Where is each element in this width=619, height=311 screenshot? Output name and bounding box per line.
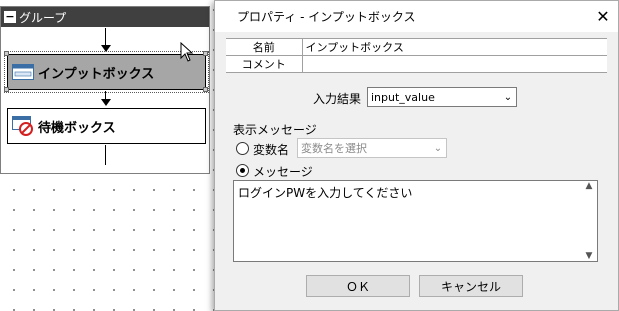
connector-line <box>105 145 106 165</box>
flow-group[interactable]: − グループ インプットボックス 待機ボックス <box>0 6 210 174</box>
ok-button[interactable]: ＯＫ <box>306 275 410 297</box>
cancel-button[interactable]: キャンセル <box>419 275 523 297</box>
display-message-label: 表示メッセージ <box>233 123 317 137</box>
property-value[interactable]: インプットボックス <box>301 38 607 56</box>
wait-box-icon <box>12 116 33 136</box>
chevron-down-icon: ⌄ <box>503 91 513 103</box>
message-text: ログインPWを入力してください <box>238 186 413 200</box>
wait-box-node[interactable]: 待機ボックス <box>7 108 206 144</box>
property-table: 名前 インプットボックス コメント <box>226 38 607 73</box>
resize-handle[interactable] <box>203 51 208 56</box>
resize-handle[interactable] <box>4 51 9 56</box>
variable-select-placeholder: 変数名を選択 <box>301 142 367 155</box>
arrow-down-icon <box>101 99 111 106</box>
group-label: グループ <box>19 10 67 25</box>
property-dialog: プロパティ - インプットボックス ✕ 名前 インプットボックス コメント 入力… <box>214 0 619 311</box>
property-key: コメント <box>226 55 303 73</box>
input-result-value: input_value <box>371 90 435 104</box>
mouse-cursor-icon <box>180 42 194 62</box>
message-radio-label[interactable]: メッセージ <box>253 163 313 180</box>
collapse-icon[interactable]: − <box>4 11 16 23</box>
close-icon[interactable]: ✕ <box>588 2 618 32</box>
resize-handle[interactable] <box>203 87 208 92</box>
input-box-icon <box>12 64 34 80</box>
group-header[interactable]: − グループ <box>1 7 209 27</box>
input-box-node[interactable]: インプットボックス <box>4 51 209 93</box>
dialog-title: プロパティ - インプットボックス <box>237 10 416 24</box>
variable-radio[interactable] <box>236 142 249 155</box>
property-value[interactable] <box>301 55 607 73</box>
textarea-scrollbar[interactable]: ▲ ▼ <box>581 181 597 261</box>
dialog-titlebar[interactable]: プロパティ - インプットボックス ✕ <box>215 1 618 32</box>
variable-select[interactable]: 変数名を選択 ⌄ <box>297 138 447 158</box>
node-label: 待機ボックス <box>38 120 116 136</box>
arrow-down-icon <box>101 45 111 52</box>
variable-radio-label[interactable]: 変数名 <box>253 141 289 158</box>
resize-handle[interactable] <box>4 87 9 92</box>
scroll-up-icon[interactable]: ▲ <box>586 181 593 191</box>
node-label: インプットボックス <box>38 66 155 82</box>
scroll-down-icon[interactable]: ▼ <box>586 251 593 261</box>
property-row[interactable]: 名前 インプットボックス <box>226 38 607 56</box>
message-textarea[interactable]: ログインPWを入力してください ▲ ▼ <box>233 180 598 262</box>
input-result-label: 入力結果 <box>313 92 362 106</box>
property-row[interactable]: コメント <box>226 55 607 73</box>
input-result-select[interactable]: input_value ⌄ <box>367 87 517 107</box>
chevron-down-icon: ⌄ <box>433 142 443 154</box>
message-radio[interactable] <box>236 164 249 177</box>
property-key: 名前 <box>226 38 303 56</box>
